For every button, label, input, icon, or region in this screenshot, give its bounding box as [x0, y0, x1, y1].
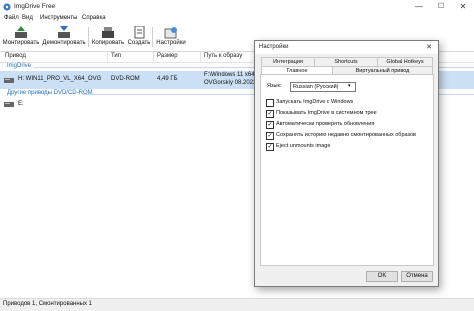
menu-view[interactable]: Вид [22, 15, 33, 21]
copy-icon [102, 27, 114, 38]
drive-name: E: [18, 101, 24, 107]
column-divider[interactable] [107, 52, 108, 62]
unmount-disc-icon [58, 26, 70, 38]
option-label: Автоматически проверять обновления [276, 121, 375, 127]
create-button[interactable]: Создать [127, 24, 151, 50]
settings-gear-icon [164, 27, 177, 39]
checkbox[interactable] [266, 99, 274, 107]
checkbox-checked[interactable]: ✓ [266, 110, 274, 118]
tab-shortcuts[interactable]: Shortcuts [314, 57, 378, 66]
copy-label: Копировать [91, 40, 125, 46]
close-button[interactable]: ✕ [452, 0, 474, 14]
option-label: Запускать ImgDrive с Windows [276, 99, 354, 105]
minimize-button[interactable]: — [408, 0, 430, 14]
language-select[interactable]: Russian (Русский) ▾ [290, 82, 356, 92]
mount-disc-icon [15, 26, 27, 38]
unmount-button[interactable]: Демонтировать [42, 24, 86, 50]
cancel-button[interactable]: Отмена [401, 271, 433, 282]
checkbox-checked[interactable]: ✓ [266, 132, 274, 140]
ok-button[interactable]: OK [366, 271, 398, 282]
column-drive[interactable]: Привод [5, 53, 26, 59]
drive-type: DVD-ROM [111, 76, 140, 82]
settings-label: Настройки [156, 40, 186, 46]
status-text: Приводов 1, Смонтированных 1 [3, 301, 92, 307]
tab-global-hotkeys[interactable]: Global Hotkeys [377, 57, 433, 66]
checkbox-checked[interactable]: ✓ [266, 143, 274, 151]
menu-help[interactable]: Справка [82, 15, 106, 21]
toolbar-separator [88, 27, 89, 47]
create-label: Создать [127, 40, 151, 46]
copy-button[interactable]: Копировать [90, 24, 126, 50]
toolbar-separator [152, 27, 153, 47]
title-bar: ImgDrive Free — ☐ ✕ [0, 0, 474, 14]
language-label: Язык: [267, 83, 282, 89]
group-header-other-drives: Другие приводы DVD/CD-ROM [7, 90, 93, 96]
column-path[interactable]: Путь к образу [204, 53, 242, 59]
settings-dialog: Настройки ✕ Интеграция Shortcuts Global … [254, 40, 439, 287]
dvd-drive-icon [4, 78, 14, 83]
menu-bar: Файл Вид Инструменты Справка [0, 14, 474, 24]
dialog-title: Настройки [259, 44, 289, 50]
column-divider[interactable] [200, 52, 201, 62]
language-value: Russian (Русский) [293, 84, 339, 90]
drive-path-line1: F:\Windows 11 x64 R [204, 72, 261, 78]
dialog-close-button[interactable]: ✕ [423, 42, 435, 53]
option-label: Показывать ImgDrive в системном трее [276, 110, 377, 116]
unmount-label: Демонтировать [42, 40, 86, 46]
mount-button[interactable]: Монтировать [2, 24, 40, 50]
tab-integration[interactable]: Интеграция [261, 57, 315, 66]
option-auto-update[interactable]: ✓ Автоматически проверять обновления [266, 121, 426, 129]
option-label: Eject unmounts image [276, 143, 331, 149]
drive-size: 4,49 ГБ [157, 76, 178, 82]
option-start-with-windows[interactable]: Запускать ImgDrive с Windows [266, 99, 426, 107]
option-save-history[interactable]: ✓ Сохранять историю недавно смонтированн… [266, 132, 431, 140]
app-disc-icon [3, 3, 11, 11]
column-divider[interactable] [153, 52, 154, 62]
drive-row[interactable]: E: [0, 99, 250, 109]
option-label: Сохранять историю недавно смонтированных… [276, 132, 416, 138]
group-header-imgdrive: ImgDrive [7, 63, 32, 69]
dvd-drive-icon [4, 102, 14, 107]
menu-tools[interactable]: Инструменты [40, 15, 77, 21]
menu-file[interactable]: Файл [4, 15, 19, 21]
column-size[interactable]: Размер [157, 53, 178, 59]
chevron-down-icon: ▾ [348, 83, 351, 89]
settings-button[interactable]: Настройки [154, 24, 188, 50]
create-file-icon [134, 26, 145, 39]
drive-name: H: WIN11_PRO_VL_X64_OVG [18, 76, 102, 82]
general-tab-panel: Язык: Russian (Русский) ▾ Запускать ImgD… [260, 74, 434, 266]
mount-label: Монтировать [2, 40, 40, 46]
checkbox-checked[interactable]: ✓ [266, 121, 274, 129]
dialog-title-bar: Настройки ✕ [255, 41, 438, 54]
option-show-in-tray[interactable]: ✓ Показывать ImgDrive в системном трее [266, 110, 426, 118]
status-bar: Приводов 1, Смонтированных 1 [0, 298, 474, 311]
column-type[interactable]: Тип [111, 53, 121, 59]
window-title: ImgDrive Free [14, 3, 56, 10]
option-eject-unmounts[interactable]: ✓ Eject unmounts image [266, 143, 426, 151]
maximize-button[interactable]: ☐ [430, 0, 452, 14]
